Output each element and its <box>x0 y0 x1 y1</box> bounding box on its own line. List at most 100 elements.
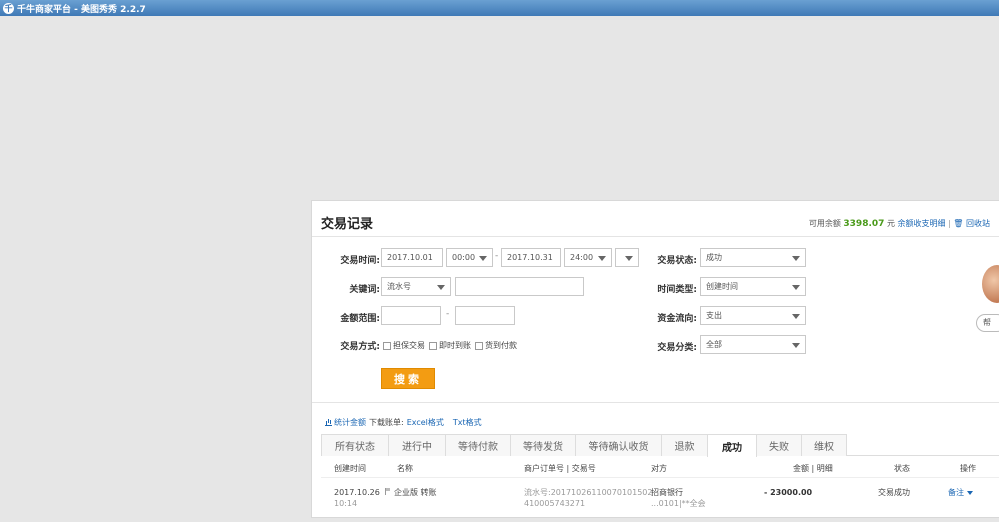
status-label: 交易状态: <box>657 256 697 266</box>
tab-all[interactable]: 所有状态 <box>321 434 389 456</box>
panel-header: 交易记录 可用余额 3398.07 元 余额收支明细 | 🗑 回收站 <box>312 201 999 237</box>
row-time: 10:14 <box>334 499 358 508</box>
start-time-select[interactable]: 00:00 <box>446 248 493 267</box>
keyword-type-select[interactable]: 流水号 <box>381 277 451 296</box>
chevron-down-icon <box>792 314 800 319</box>
balance-detail-link[interactable]: 余额收支明细 <box>898 219 946 228</box>
time-preset-select[interactable] <box>615 248 639 267</box>
start-date-input[interactable]: 2017.10.01 <box>381 248 443 267</box>
method-checkboxes: 担保交易 即时到账 货到付款 <box>381 340 519 351</box>
row-party-name: 招商银行 <box>651 488 683 497</box>
chevron-down-icon <box>479 256 487 261</box>
checkbox-escrow-label: 担保交易 <box>393 341 425 350</box>
row-order: 流水号:20171026110070101502 410005743271 <box>524 487 653 509</box>
download-row: 统计金额 下载账单: Excel格式 Txt格式 <box>325 417 482 428</box>
row-date: 2017.10.26 <box>334 488 380 497</box>
row-status: 交易成功 <box>878 488 910 497</box>
checkbox-cod[interactable] <box>475 341 483 350</box>
amount-min-input[interactable] <box>381 306 441 325</box>
balance-amount: 3398.07 <box>843 219 885 229</box>
excel-link[interactable]: Excel格式 <box>407 417 444 428</box>
time-type-select[interactable]: 创建时间 <box>700 277 806 296</box>
chevron-down-icon <box>792 256 800 261</box>
end-date-value: 2017.10.31 <box>507 253 553 262</box>
balance-unit: 元 <box>886 219 895 228</box>
tab-await-shipping[interactable]: 等待发货 <box>510 434 576 456</box>
flow-label: 资金流向: <box>657 314 697 324</box>
flag-icon[interactable] <box>385 488 391 495</box>
balance-label: 可用余额 <box>808 219 841 228</box>
status-value: 成功 <box>706 253 722 262</box>
row-name: 企业版 转账 <box>385 487 437 498</box>
start-time-value: 00:00 <box>452 253 476 262</box>
time-dash: - <box>495 251 499 261</box>
row-created: 2017.10.26 10:14 <box>334 487 380 509</box>
header-divider <box>321 477 999 478</box>
page-title: 交易记录 <box>321 217 374 232</box>
download-label: 下载账单: <box>369 418 404 427</box>
tab-failed[interactable]: 失败 <box>756 434 802 456</box>
checkbox-instant[interactable] <box>429 341 437 350</box>
row-serial-2: 410005743271 <box>524 499 586 508</box>
amount-label: 金额范围: <box>340 314 380 324</box>
end-time-select[interactable]: 24:00 <box>564 248 612 267</box>
time-label: 交易时间: <box>340 256 380 266</box>
window-titlebar: 千 千牛商家平台 - 美图秀秀 2.2.7 <box>0 0 999 16</box>
tab-await-receipt[interactable]: 等待确认收货 <box>575 434 662 456</box>
row-party: 招商银行 ...0101|**全会 <box>651 487 706 509</box>
col-amount: 金额 | 明细 <box>793 464 833 473</box>
end-time-value: 24:00 <box>570 253 594 262</box>
category-value: 全部 <box>706 340 722 349</box>
row-serial: 流水号:20171026110070101502 <box>524 488 653 497</box>
col-status: 状态 <box>894 464 910 473</box>
amount-max-input[interactable] <box>455 306 515 325</box>
col-created: 创建时间 <box>334 464 366 473</box>
start-date-value: 2017.10.01 <box>387 253 433 262</box>
end-date-input[interactable]: 2017.10.31 <box>501 248 561 267</box>
recycle-link[interactable]: 回收站 <box>966 219 990 228</box>
checkbox-escrow[interactable] <box>383 341 391 350</box>
col-action: 操作 <box>960 464 976 473</box>
chevron-down-icon <box>625 256 633 261</box>
method-label: 交易方式: <box>340 342 380 352</box>
col-name: 名称 <box>397 464 413 473</box>
note-link[interactable]: 备注 <box>948 488 964 497</box>
time-type-label: 时间类型: <box>657 285 697 295</box>
stats-amount-link[interactable]: 统计金额 <box>334 417 366 428</box>
amount-dash: - <box>446 309 450 319</box>
tab-in-progress[interactable]: 进行中 <box>388 434 446 456</box>
transaction-panel: 交易记录 可用余额 3398.07 元 余额收支明细 | 🗑 回收站 交易时间:… <box>311 200 999 518</box>
time-type-value: 创建时间 <box>706 282 738 291</box>
keyword-type-value: 流水号 <box>387 282 411 291</box>
window-title: 千牛商家平台 - 美图秀秀 2.2.7 <box>17 4 146 15</box>
filter-divider <box>312 402 999 403</box>
row-party-sub: ...0101|**全会 <box>651 499 706 508</box>
chevron-down-icon <box>967 490 973 495</box>
trash-icon: 🗑 <box>953 219 964 228</box>
search-button[interactable]: 搜索 <box>381 368 435 389</box>
tab-refund[interactable]: 退款 <box>661 434 708 456</box>
row-amount: - 23000.00 <box>764 488 813 497</box>
balance-info: 可用余额 3398.07 元 余额收支明细 | 🗑 回收站 <box>808 219 990 229</box>
row-name-text: 企业版 转账 <box>394 488 437 497</box>
flow-value: 支出 <box>706 311 722 320</box>
txt-link[interactable]: Txt格式 <box>453 417 482 428</box>
tab-success[interactable]: 成功 <box>707 434 757 457</box>
flow-select[interactable]: 支出 <box>700 306 806 325</box>
app-logo-icon: 千 <box>3 2 14 14</box>
row-action[interactable]: 备注 <box>948 487 973 498</box>
bar-chart-icon <box>325 419 332 426</box>
col-party: 对方 <box>651 464 667 473</box>
tab-dispute[interactable]: 维权 <box>801 434 847 456</box>
status-select[interactable]: 成功 <box>700 248 806 267</box>
category-label: 交易分类: <box>657 343 697 353</box>
checkbox-instant-label: 即时到账 <box>439 341 471 350</box>
help-pill[interactable]: 帮 <box>976 314 999 332</box>
keyword-input[interactable] <box>455 277 584 296</box>
checkbox-cod-label: 货到付款 <box>485 341 517 350</box>
chevron-down-icon <box>792 343 800 348</box>
chevron-down-icon <box>598 256 606 261</box>
tab-await-payment[interactable]: 等待付款 <box>445 434 511 456</box>
category-select[interactable]: 全部 <box>700 335 806 354</box>
chevron-down-icon <box>437 285 445 290</box>
